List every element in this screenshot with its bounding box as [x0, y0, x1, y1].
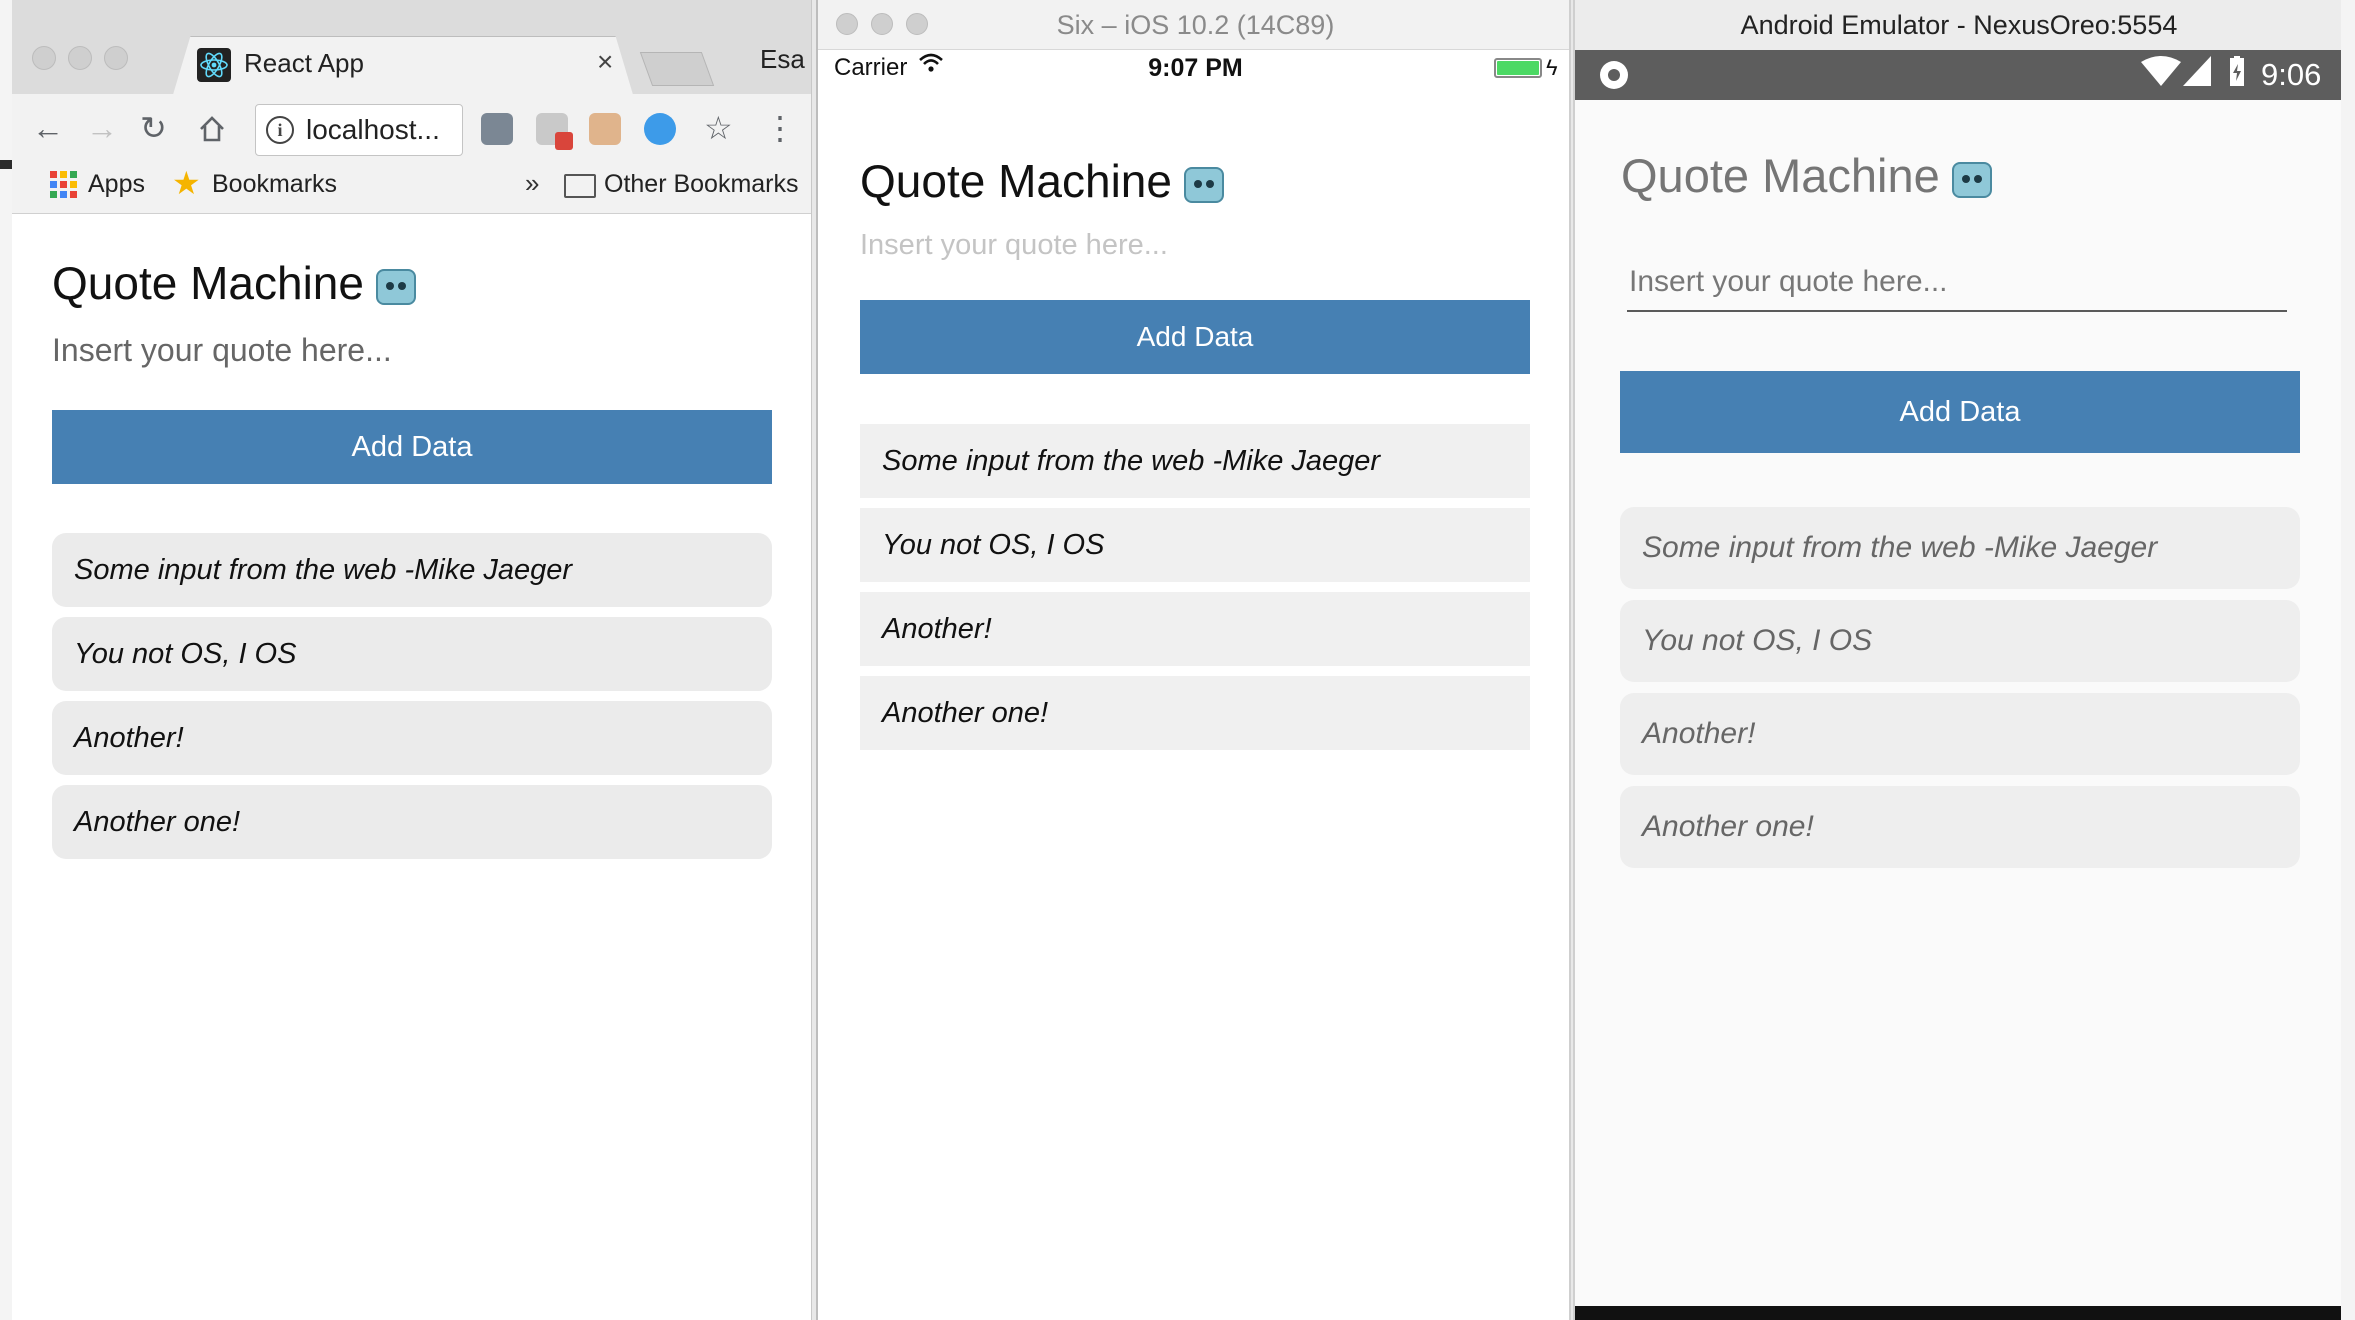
- notification-dot-inner: [1608, 69, 1620, 81]
- list-item[interactable]: Another!: [860, 592, 1530, 666]
- bookmark-apps[interactable]: Apps: [88, 170, 145, 199]
- window-zoom-button[interactable]: [104, 46, 128, 70]
- list-item[interactable]: You not OS, I OS: [1620, 600, 2300, 682]
- robot-emoji-icon: [1183, 166, 1224, 203]
- list-item[interactable]: You not OS, I OS: [52, 617, 772, 691]
- tab-close-icon[interactable]: ×: [597, 46, 613, 78]
- android-bottom-edge: [1575, 1306, 2341, 1320]
- quote-list: Some input from the web -Mike Jaeger You…: [1620, 507, 2300, 879]
- quote-list: Some input from the web -Mike Jaeger You…: [52, 533, 772, 869]
- window-close-button[interactable]: [32, 46, 56, 70]
- reload-icon[interactable]: ↻: [140, 112, 167, 144]
- charging-bolt-icon: ϟ: [1546, 55, 1558, 80]
- bookmark-other[interactable]: Other Bookmarks: [604, 170, 799, 199]
- desktop-background-left: [0, 0, 12, 1320]
- ios-clock: 9:07 PM: [1148, 54, 1243, 82]
- ios-simulator-window: Six – iOS 10.2 (14C89) Carrier 9:07 PM ϟ…: [816, 0, 1571, 1320]
- star-icon[interactable]: ☆: [704, 112, 733, 144]
- home-icon[interactable]: [197, 114, 227, 144]
- android-emulator-window: Android Emulator - NexusOreo:5554 9:06 Q…: [1573, 0, 2341, 1320]
- react-logo-icon: [197, 48, 231, 82]
- desktop-background-right: [2341, 0, 2355, 1320]
- add-data-button[interactable]: Add Data: [860, 300, 1530, 374]
- android-window-title: Android Emulator - NexusOreo:5554: [1740, 10, 2178, 40]
- robot-emoji-icon: [1951, 161, 1992, 198]
- list-item[interactable]: Another!: [52, 701, 772, 775]
- forward-arrow-icon[interactable]: →: [86, 112, 118, 144]
- battery-level: [1497, 61, 1539, 75]
- ublock-extension-icon[interactable]: [481, 113, 513, 145]
- page-title: Quote Machine: [52, 256, 416, 310]
- apps-grid-icon[interactable]: [50, 171, 77, 198]
- chrome-browser-window: React App × Esa ← → ↻ i localhost... ☆ ⋮…: [12, 0, 812, 1320]
- list-item[interactable]: Some input from the web -Mike Jaeger: [52, 533, 772, 607]
- kebab-menu-icon[interactable]: ⋮: [764, 112, 796, 144]
- robot-emoji-icon: [375, 268, 416, 305]
- cell-signal-icon: [2183, 56, 2211, 86]
- new-tab-button[interactable]: [639, 52, 715, 86]
- extension-count-badge: [555, 132, 573, 150]
- list-item[interactable]: Another one!: [1620, 786, 2300, 868]
- list-item[interactable]: Some input from the web -Mike Jaeger: [1620, 507, 2300, 589]
- extension-face-icon[interactable]: [589, 113, 621, 145]
- add-data-button[interactable]: Add Data: [1620, 371, 2300, 453]
- extension-check-icon[interactable]: [644, 113, 676, 145]
- list-item[interactable]: Another one!: [52, 785, 772, 859]
- site-info-icon[interactable]: i: [266, 116, 294, 144]
- android-clock: 9:06: [2261, 57, 2322, 92]
- page-title: Quote Machine: [1621, 148, 1992, 203]
- quote-input[interactable]: [860, 224, 1530, 266]
- page-title: Quote Machine: [860, 154, 1224, 208]
- bookmarks-overflow-chevron[interactable]: »: [525, 168, 539, 199]
- add-data-button[interactable]: Add Data: [52, 410, 772, 484]
- wifi-signal-icon: [2141, 56, 2181, 86]
- back-arrow-icon[interactable]: ←: [32, 112, 64, 144]
- profile-name[interactable]: Esa: [760, 44, 805, 75]
- list-item[interactable]: Another one!: [860, 676, 1530, 750]
- tab-title: React App: [244, 48, 364, 78]
- quote-input[interactable]: [1627, 254, 2287, 312]
- window-minimize-button[interactable]: [68, 46, 92, 70]
- quote-list: Some input from the web -Mike Jaeger You…: [860, 424, 1530, 760]
- list-item[interactable]: Another!: [1620, 693, 2300, 775]
- bookmark-star-icon: ★: [172, 165, 201, 201]
- list-item[interactable]: Some input from the web -Mike Jaeger: [860, 424, 1530, 498]
- bookmark-bookmarks[interactable]: Bookmarks: [212, 170, 337, 199]
- battery-charging-icon: [2230, 56, 2244, 86]
- ios-window-title: Six – iOS 10.2 (14C89): [1056, 10, 1335, 40]
- background-dark-stripe: [0, 160, 12, 169]
- folder-icon: [564, 174, 596, 198]
- list-item[interactable]: You not OS, I OS: [860, 508, 1530, 582]
- address-text: localhost...: [306, 114, 440, 145]
- tab-react-app[interactable]: [172, 36, 634, 98]
- quote-input[interactable]: [52, 328, 772, 372]
